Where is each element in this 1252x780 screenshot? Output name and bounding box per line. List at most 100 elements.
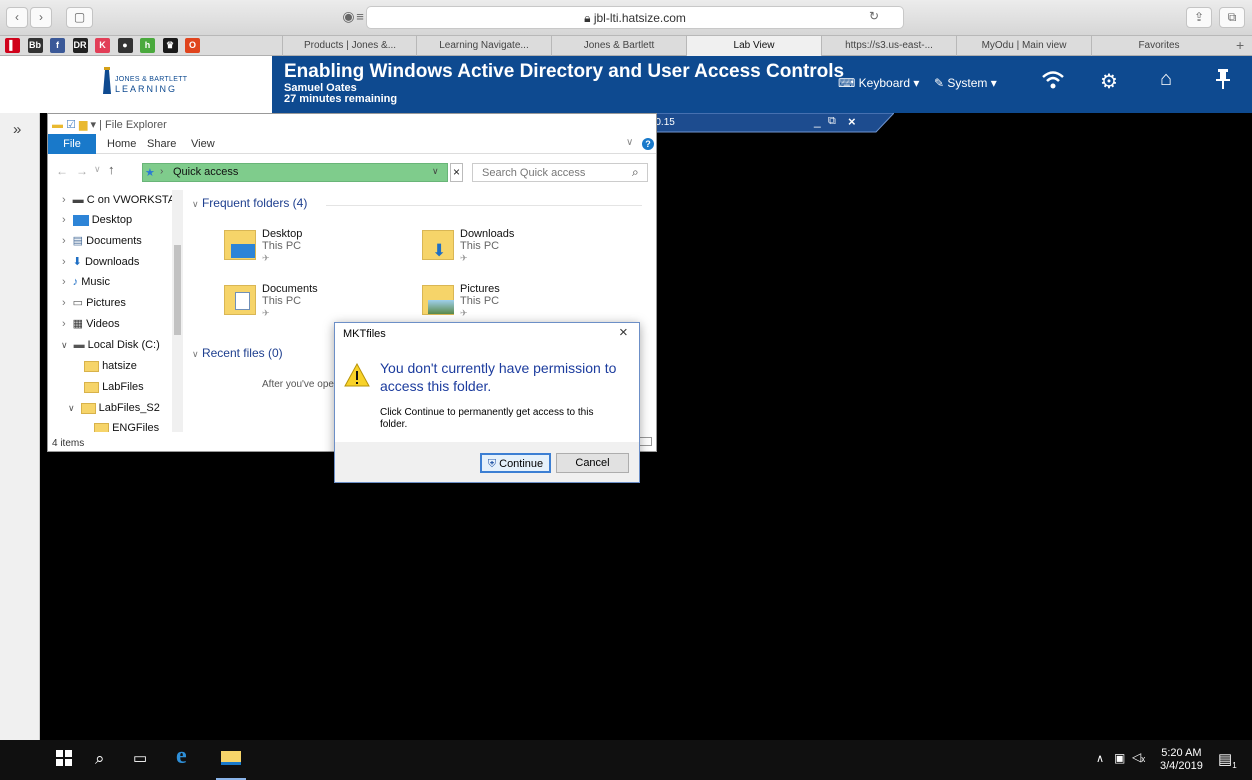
up-icon[interactable]: ↑ [108, 162, 115, 177]
nav-item-pictures[interactable]: › ▭ Pictures [48, 293, 172, 313]
nav-item-documents[interactable]: › ▤ Documents [48, 231, 172, 251]
circle-icon[interactable]: ● [117, 38, 133, 53]
browser-tab[interactable]: MyOdu | Main view [956, 36, 1091, 56]
sidebar-toggle-button[interactable]: ▢ [66, 7, 93, 28]
properties-icon[interactable]: ☑ [66, 119, 76, 131]
browser-tab[interactable]: https://s3.us-east-... [821, 36, 956, 56]
tabs-overview-button[interactable]: ⧉ [1219, 7, 1245, 28]
network-icon[interactable]: ▣ [1114, 751, 1125, 765]
new-folder-icon[interactable]: ▆ [79, 119, 87, 131]
dialog-close-button[interactable]: × [619, 324, 628, 341]
continue-button[interactable]: ⛨ Continue [480, 453, 551, 473]
address-bar[interactable]: 🔒︎ jbl-lti.hatsize.com [366, 6, 904, 29]
frequent-folders-header[interactable]: ∨ Frequent folders (4) [192, 196, 307, 210]
recent-files-header[interactable]: ∨ Recent files (0) [192, 346, 283, 360]
tab-file[interactable]: File [48, 134, 96, 154]
pin-icon[interactable] [1216, 69, 1230, 95]
stop-icon[interactable]: ▌ [5, 38, 20, 53]
minimize-remote-button[interactable]: _ [814, 114, 821, 128]
nav-label: Pictures [86, 297, 126, 309]
file-explorer-taskbar-icon[interactable] [221, 751, 241, 765]
internet-explorer-icon[interactable]: e [176, 743, 187, 770]
quick-access-toolbar-dropdown[interactable]: ▾ [91, 119, 97, 131]
nav-scrollbar[interactable] [172, 190, 183, 432]
nav-item-videos[interactable]: › ▦ Videos [48, 314, 172, 334]
clear-address-icon[interactable]: × [450, 163, 463, 182]
nav-item-labfiles-s2[interactable]: ∨ LabFiles_S2 [68, 398, 184, 418]
back-button[interactable]: ‹ [6, 7, 28, 28]
o-icon[interactable]: O [185, 38, 200, 53]
nav-item-downloads[interactable]: › ⬇ Downloads [48, 252, 172, 272]
close-remote-button[interactable]: × [848, 114, 856, 129]
task-view-icon[interactable]: ▭ [133, 749, 147, 767]
ribbon-expand-icon[interactable]: ∨ [626, 137, 633, 148]
facebook-icon[interactable]: f [50, 38, 65, 53]
nav-scrollbar-thumb[interactable] [174, 245, 181, 335]
forward-button[interactable]: › [30, 7, 52, 28]
k-icon[interactable]: K [95, 38, 110, 53]
wrench-icon: ✎ [934, 76, 945, 90]
frequent-folders-label: Frequent folders (4) [201, 196, 308, 210]
crown-icon[interactable]: ♛ [162, 38, 178, 53]
gear-icon[interactable]: ⚙ [1100, 69, 1118, 94]
clock[interactable]: 5:20 AM 3/4/2019 [1160, 747, 1203, 773]
keyboard-menu[interactable]: ⌨ Keyboard ▾ [838, 76, 919, 90]
share-button[interactable]: ⇪ [1186, 7, 1212, 28]
blackboard-icon[interactable]: Bb [27, 38, 43, 53]
frequent-folder-desktop[interactable]: Desktop This PC ✈ [224, 226, 420, 272]
tab-share[interactable]: Share [147, 138, 176, 150]
reload-icon[interactable]: ↻ [864, 7, 884, 28]
nav-item-hatsize[interactable]: hatsize [84, 356, 184, 376]
windows-start-icon[interactable] [56, 750, 72, 771]
restore-remote-button[interactable]: ⧉ [828, 115, 836, 128]
search-placeholder: Search Quick access [482, 167, 586, 179]
notification-icon[interactable]: ▤1 [1218, 750, 1237, 770]
tab-view[interactable]: View [191, 138, 215, 150]
back-nav-icon[interactable]: ← [56, 164, 68, 178]
home-icon[interactable]: ⌂ [1160, 68, 1172, 91]
system-menu[interactable]: ✎ System ▾ [934, 76, 997, 90]
wifi-icon[interactable] [1042, 70, 1064, 96]
lab-header: JONES & BARTLETT LEARNING Enabling Windo… [0, 56, 1252, 113]
show-hidden-icons[interactable]: ∧ [1096, 752, 1104, 765]
tab-home[interactable]: Home [107, 138, 136, 150]
new-tab-button[interactable]: + [1236, 37, 1244, 53]
nav-item-desktop[interactable]: › Desktop [48, 210, 172, 230]
details-view-icon[interactable] [638, 437, 652, 446]
expand-sidebar-icon[interactable]: » [13, 121, 21, 138]
folder-icon [84, 360, 99, 372]
pin-icon: ✈ [460, 253, 468, 263]
music-icon: ♪ [72, 276, 79, 288]
browser-tab[interactable]: Jones & Bartlett [551, 36, 686, 56]
address-field[interactable]: ★ › Quick access ∨ [142, 163, 448, 182]
nav-item-network-drive[interactable]: › ▬ C on VWORKSTA [48, 190, 175, 210]
search-input[interactable]: Search Quick access ⌕ [472, 163, 648, 182]
folder-icon [94, 422, 109, 432]
browser-tab[interactable]: Learning Navigate... [416, 36, 551, 56]
pictures-icon: ▭ [72, 297, 84, 309]
help-icon[interactable]: ? [642, 138, 654, 150]
forward-nav-icon[interactable]: → [76, 164, 88, 178]
clock-date: 3/4/2019 [1160, 760, 1203, 772]
lock-icon: 🔒︎ [584, 11, 591, 25]
nav-item-music[interactable]: › ♪ Music [48, 272, 172, 292]
h-icon[interactable]: h [140, 38, 155, 53]
recent-locations-icon[interactable]: ∨ [94, 164, 101, 175]
nav-label: Music [81, 276, 110, 288]
volume-muted-icon[interactable]: ◁ₓ [1132, 750, 1145, 764]
nav-item-labfiles[interactable]: LabFiles [84, 377, 184, 397]
frequent-folder-downloads[interactable]: ⬇ Downloads This PC ✈ [422, 226, 618, 272]
address-dropdown-icon[interactable]: ∨ [432, 166, 439, 177]
star-icon: ★ [145, 167, 155, 179]
uac-shield-icon: ⛨ [487, 458, 497, 470]
dr-icon[interactable]: DR [72, 38, 88, 53]
search-icon[interactable]: ⌕ [95, 749, 105, 769]
browser-tab[interactable]: Lab View [686, 36, 821, 56]
nav-item-engfiles[interactable]: ENGFiles [94, 418, 184, 432]
nav-item-local-disk[interactable]: ∨ ▬ Local Disk (C:) [48, 335, 172, 355]
pin-icon: ✈ [460, 308, 468, 318]
browser-tab[interactable]: Products | Jones &... [282, 36, 417, 56]
folder-name: Downloads [460, 228, 515, 240]
cancel-button[interactable]: Cancel [556, 453, 629, 473]
browser-tab[interactable]: Favorites [1091, 36, 1226, 56]
